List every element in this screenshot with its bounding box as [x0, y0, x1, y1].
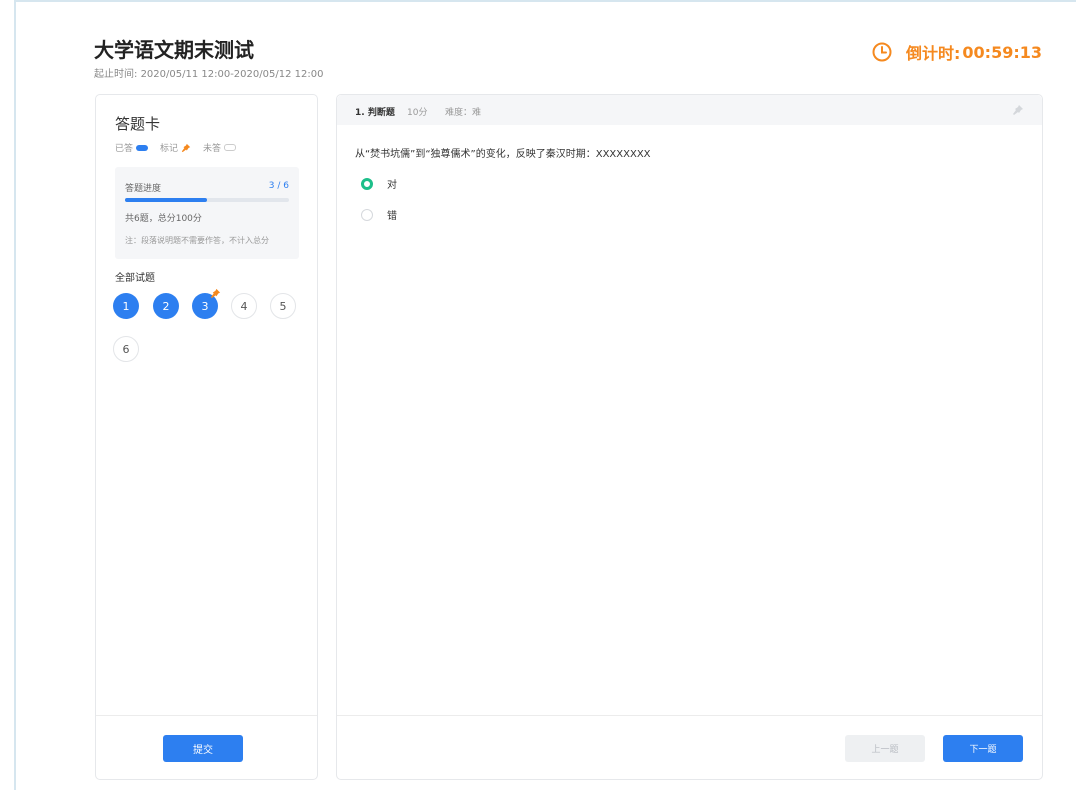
window-border-left	[14, 0, 16, 790]
panel-divider	[337, 715, 1042, 716]
answered-swatch	[136, 144, 149, 151]
option-label: 错	[387, 211, 397, 222]
question-nav-number: 6	[122, 342, 130, 356]
question-difficulty: 难度：难	[445, 108, 482, 118]
option-true[interactable]: 对	[361, 176, 397, 191]
question-nav-number: 4	[240, 299, 248, 313]
progress-box: 答题进度 3 / 6 共6题，总分100分 注：段落说明题不需要作答，不计入总分	[115, 167, 299, 259]
page-title: 大学语文期末测试	[94, 38, 254, 62]
card-divider	[96, 715, 317, 716]
answer-card-title: 答题卡	[115, 115, 161, 133]
clock-icon	[872, 42, 892, 62]
progress-label: 答题进度	[125, 184, 162, 194]
answer-legend: 已答 标记 未答	[115, 141, 248, 154]
countdown-timer: 倒计时: 00:59:13	[872, 40, 1042, 64]
question-nav-4[interactable]: 4	[231, 293, 257, 319]
next-question-button[interactable]: 下一题	[943, 735, 1023, 762]
progress-bar-fill	[125, 198, 207, 202]
option-false[interactable]: 错	[361, 207, 397, 222]
time-range-label: 起止时间:	[94, 69, 138, 80]
legend-answered-label: 已答	[115, 144, 134, 154]
pin-icon	[181, 143, 191, 152]
question-header: 1. 判断题 10分 难度：难	[337, 95, 1042, 125]
progress-bar	[125, 198, 289, 202]
legend-marked: 标记	[160, 141, 191, 154]
window-border-top	[14, 0, 1076, 2]
legend-answered: 已答	[115, 141, 149, 154]
exam-time-range: 起止时间: 2020/05/11 12:00-2020/05/12 12:00	[94, 65, 323, 80]
progress-summary: 共6题，总分100分	[125, 214, 202, 224]
progress-count: 3 / 6	[268, 181, 289, 191]
countdown-value: 00:59:13	[962, 42, 1042, 62]
radio-checked[interactable]	[361, 177, 373, 190]
all-questions-title: 全部试题	[115, 273, 155, 284]
unanswered-swatch	[224, 144, 237, 151]
question-nav-number: 3	[201, 299, 209, 313]
time-range-value: 2020/05/11 12:00-2020/05/12 12:00	[140, 69, 324, 80]
question-nav-1[interactable]: 1	[113, 293, 139, 319]
question-nav-number: 1	[122, 299, 130, 313]
question-3-pin-icon	[210, 288, 221, 299]
question-nav-number: 2	[162, 299, 170, 313]
legend-unanswered: 未答	[203, 141, 237, 154]
countdown-label: 倒计时:	[906, 44, 961, 63]
mark-pin-icon[interactable]	[1012, 104, 1024, 116]
question-text: 从“焚书坑儒”到“独尊儒术”的变化，反映了秦汉时期：XXXXXXXX	[355, 149, 651, 160]
legend-marked-label: 标记	[160, 144, 179, 154]
question-nav-number: 5	[279, 299, 287, 313]
option-label: 对	[387, 180, 397, 191]
question-nav-5[interactable]: 5	[270, 293, 296, 319]
question-panel: 1. 判断题 10分 难度：难 从“焚书坑儒”到“独尊儒术”的变化，反映了秦汉时…	[336, 94, 1043, 780]
legend-unanswered-label: 未答	[203, 144, 222, 154]
question-nav-2[interactable]: 2	[153, 293, 179, 319]
prev-question-button[interactable]: 上一题	[845, 735, 925, 762]
answer-card: 答题卡 已答 标记 未答 答题进度 3 / 6 共6题，总分100分 注：段落说…	[95, 94, 318, 780]
question-score: 10分	[407, 108, 428, 118]
submit-button[interactable]: 提交	[163, 735, 243, 762]
question-index-type: 1. 判断题	[355, 108, 395, 118]
question-nav-6[interactable]: 6	[113, 336, 139, 362]
radio-unchecked[interactable]	[361, 208, 373, 221]
progress-note: 注：段落说明题不需要作答，不计入总分	[125, 236, 269, 245]
